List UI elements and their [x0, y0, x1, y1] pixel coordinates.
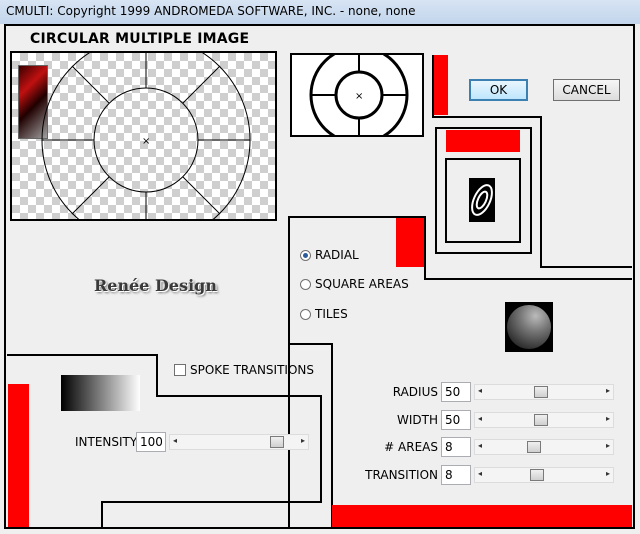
slider-right-arrow-icon[interactable]: ▸: [606, 469, 610, 478]
radio-radial-label: RADIAL: [315, 248, 359, 262]
radio-radial[interactable]: RADIAL: [300, 248, 359, 262]
slider-left-arrow-icon[interactable]: ◂: [478, 469, 482, 478]
slider-right-arrow-icon[interactable]: ▸: [606, 441, 610, 450]
areas-input[interactable]: [441, 437, 471, 457]
slider-left-arrow-icon[interactable]: ◂: [478, 386, 482, 395]
param-label-areas: # AREAS: [384, 440, 438, 454]
radio-tiles-label: TILES: [315, 307, 348, 321]
svg-text:×: ×: [355, 91, 363, 102]
intensity-input[interactable]: [136, 432, 166, 452]
spiral-icon: [469, 178, 495, 222]
areas-slider[interactable]: ◂ ▸: [474, 439, 614, 455]
main-preview[interactable]: ×: [10, 51, 277, 221]
slider-left-arrow-icon[interactable]: ◂: [478, 441, 482, 450]
cancel-button[interactable]: CANCEL: [553, 79, 620, 101]
slider-thumb[interactable]: [527, 441, 541, 453]
slider-thumb[interactable]: [534, 414, 548, 426]
intensity-label: INTENSITY: [75, 435, 138, 449]
intensity-slider[interactable]: ◂ ▸: [169, 434, 309, 450]
slider-left-arrow-icon[interactable]: ◂: [478, 414, 482, 423]
param-label-width: WIDTH: [397, 413, 438, 427]
slider-right-arrow-icon[interactable]: ▸: [606, 386, 610, 395]
red-accent-bottom: [332, 505, 632, 527]
ok-button[interactable]: OK: [469, 79, 528, 101]
radio-tiles[interactable]: TILES: [300, 307, 348, 321]
param-label-transition: TRANSITION: [365, 468, 438, 482]
red-accent-mode: [396, 218, 424, 267]
slider-thumb[interactable]: [530, 469, 544, 481]
red-accent-spiral: [446, 130, 520, 152]
radio-square-areas-indicator[interactable]: [300, 278, 311, 290]
red-accent-left: [8, 384, 29, 527]
gradient-preview: [61, 375, 140, 411]
spoke-transitions-checkbox[interactable]: SPOKE TRANSITIONS: [174, 363, 314, 377]
radio-tiles-indicator[interactable]: [300, 308, 311, 320]
cmulti-dialog: CMULTI: Copyright 1999 ANDROMEDA SOFTWAR…: [0, 0, 640, 534]
slider-left-arrow-icon[interactable]: ◂: [173, 436, 177, 445]
radio-radial-indicator[interactable]: [300, 249, 311, 261]
width-slider[interactable]: ◂ ▸: [474, 412, 614, 428]
spoke-transitions-label: SPOKE TRANSITIONS: [190, 363, 314, 377]
dialog-heading: CIRCULAR MULTIPLE IMAGE: [30, 31, 250, 47]
slider-thumb[interactable]: [270, 436, 284, 448]
radio-square-areas-label: SQUARE AREAS: [315, 277, 409, 291]
radial-guide: ×: [41, 53, 251, 219]
param-label-radius: RADIUS: [392, 385, 438, 399]
transition-slider[interactable]: ◂ ▸: [474, 467, 614, 483]
radius-input[interactable]: [441, 382, 471, 402]
sphere-preview: [505, 302, 553, 352]
slider-right-arrow-icon[interactable]: ▸: [606, 414, 610, 423]
mini-preview: ×: [290, 45, 424, 145]
spoke-transitions-check[interactable]: [174, 364, 186, 376]
slider-thumb[interactable]: [534, 386, 548, 398]
transition-input[interactable]: [441, 465, 471, 485]
radio-square-areas[interactable]: SQUARE AREAS: [300, 277, 409, 291]
center-marker: ×: [142, 136, 150, 147]
radius-slider[interactable]: ◂ ▸: [474, 384, 614, 400]
slider-right-arrow-icon[interactable]: ▸: [301, 436, 305, 445]
sphere-ball: [507, 305, 551, 349]
renee-design-logo: Renée Design: [94, 276, 217, 295]
width-input[interactable]: [441, 410, 471, 430]
mini-radial-guide: ×: [309, 45, 409, 145]
red-accent-top: [434, 55, 448, 115]
